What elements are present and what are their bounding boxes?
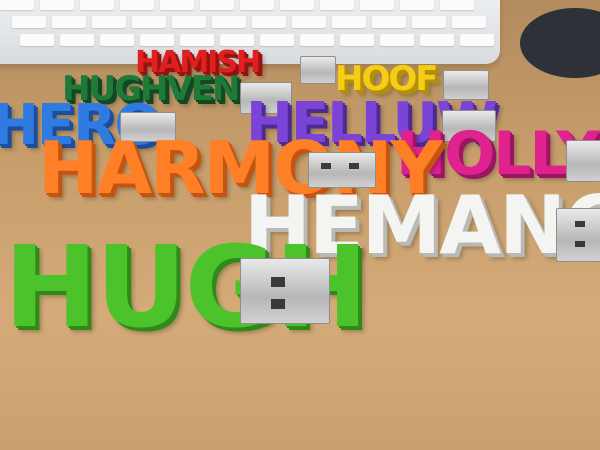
keyboard-row (12, 16, 486, 30)
keyboard-key (212, 16, 246, 28)
keyboard-key (300, 34, 334, 46)
keyboard-key (160, 0, 194, 10)
keyboard-key (0, 0, 34, 10)
keyboard-key (320, 0, 354, 10)
keyboard-key (292, 16, 326, 28)
usb-plug-hole (271, 277, 285, 287)
usb-plug (300, 56, 336, 84)
keyboard-key (280, 0, 314, 10)
usb-plug-hole (349, 163, 359, 169)
keyboard-row (0, 0, 474, 12)
keyboard-key (60, 34, 94, 46)
keyboard-key (412, 16, 446, 28)
keyboard-key (372, 16, 406, 28)
usb-plug (556, 208, 600, 262)
keyboard-key (380, 34, 414, 46)
keyboard-key (100, 34, 134, 46)
usb-plug-hole (575, 241, 585, 247)
keyboard-key (440, 0, 474, 10)
keyboard-key (240, 0, 274, 10)
keyboard-key (12, 16, 46, 28)
keyboard-key (400, 0, 434, 10)
keyboard-key (20, 34, 54, 46)
keyboard-key (420, 34, 454, 46)
keyboard-key (40, 0, 74, 10)
keyboard-key (360, 0, 394, 10)
keyboard-key (52, 16, 86, 28)
keyboard-key (172, 16, 206, 28)
keyboard-key (92, 16, 126, 28)
usb-plug-hole (575, 221, 585, 227)
keyboard-key (260, 34, 294, 46)
usb-plug (566, 140, 600, 182)
usb-plug-hole (271, 299, 285, 309)
keyboard-key (460, 34, 494, 46)
usb-plug (240, 258, 330, 324)
keyboard-key (332, 16, 366, 28)
keyboard-key (452, 16, 486, 28)
keyboard-key (120, 0, 154, 10)
keyboard-key (132, 16, 166, 28)
keyboard-key (200, 0, 234, 10)
keyboard-key (80, 0, 114, 10)
mouse-pad (520, 8, 600, 78)
usb-plug-hole (321, 163, 331, 169)
keyboard-key (252, 16, 286, 28)
keyboard-key (340, 34, 374, 46)
photo-scene: HAMISH HOOF HUGHVEN HERO HELLUW HOLLY HA… (0, 0, 600, 450)
